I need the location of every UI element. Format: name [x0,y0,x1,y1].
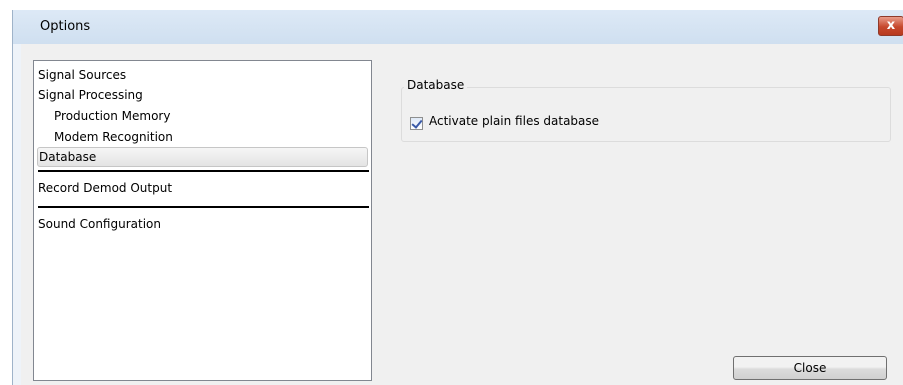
list-separator [38,170,369,172]
window-close-button[interactable]: x [878,16,903,36]
database-group-label: Database [404,78,468,92]
close-button[interactable]: Close [733,356,887,380]
list-item-database[interactable]: Database [37,147,368,167]
title-bar[interactable]: Options x [13,10,903,44]
category-list[interactable]: Signal Sources Signal Processing Product… [33,60,372,381]
list-item-signal-sources[interactable]: Signal Sources [38,65,126,85]
list-item-record-demod-output[interactable]: Record Demod Output [38,178,172,198]
options-window: Options x Signal Sources Signal Processi… [12,10,903,385]
list-item-signal-processing[interactable]: Signal Processing [38,85,143,105]
dialog-body: Signal Sources Signal Processing Product… [21,44,903,385]
list-item-sound-configuration[interactable]: Sound Configuration [38,214,161,234]
list-item-database-label: Database [39,150,97,164]
close-icon: x [886,18,896,33]
activate-database-label[interactable]: Activate plain files database [429,114,599,128]
activate-database-checkbox[interactable] [410,117,423,130]
list-item-production-memory[interactable]: Production Memory [54,106,170,126]
list-item-modem-recognition[interactable]: Modem Recognition [54,127,173,147]
window-title: Options [40,19,91,34]
list-separator [38,206,369,208]
